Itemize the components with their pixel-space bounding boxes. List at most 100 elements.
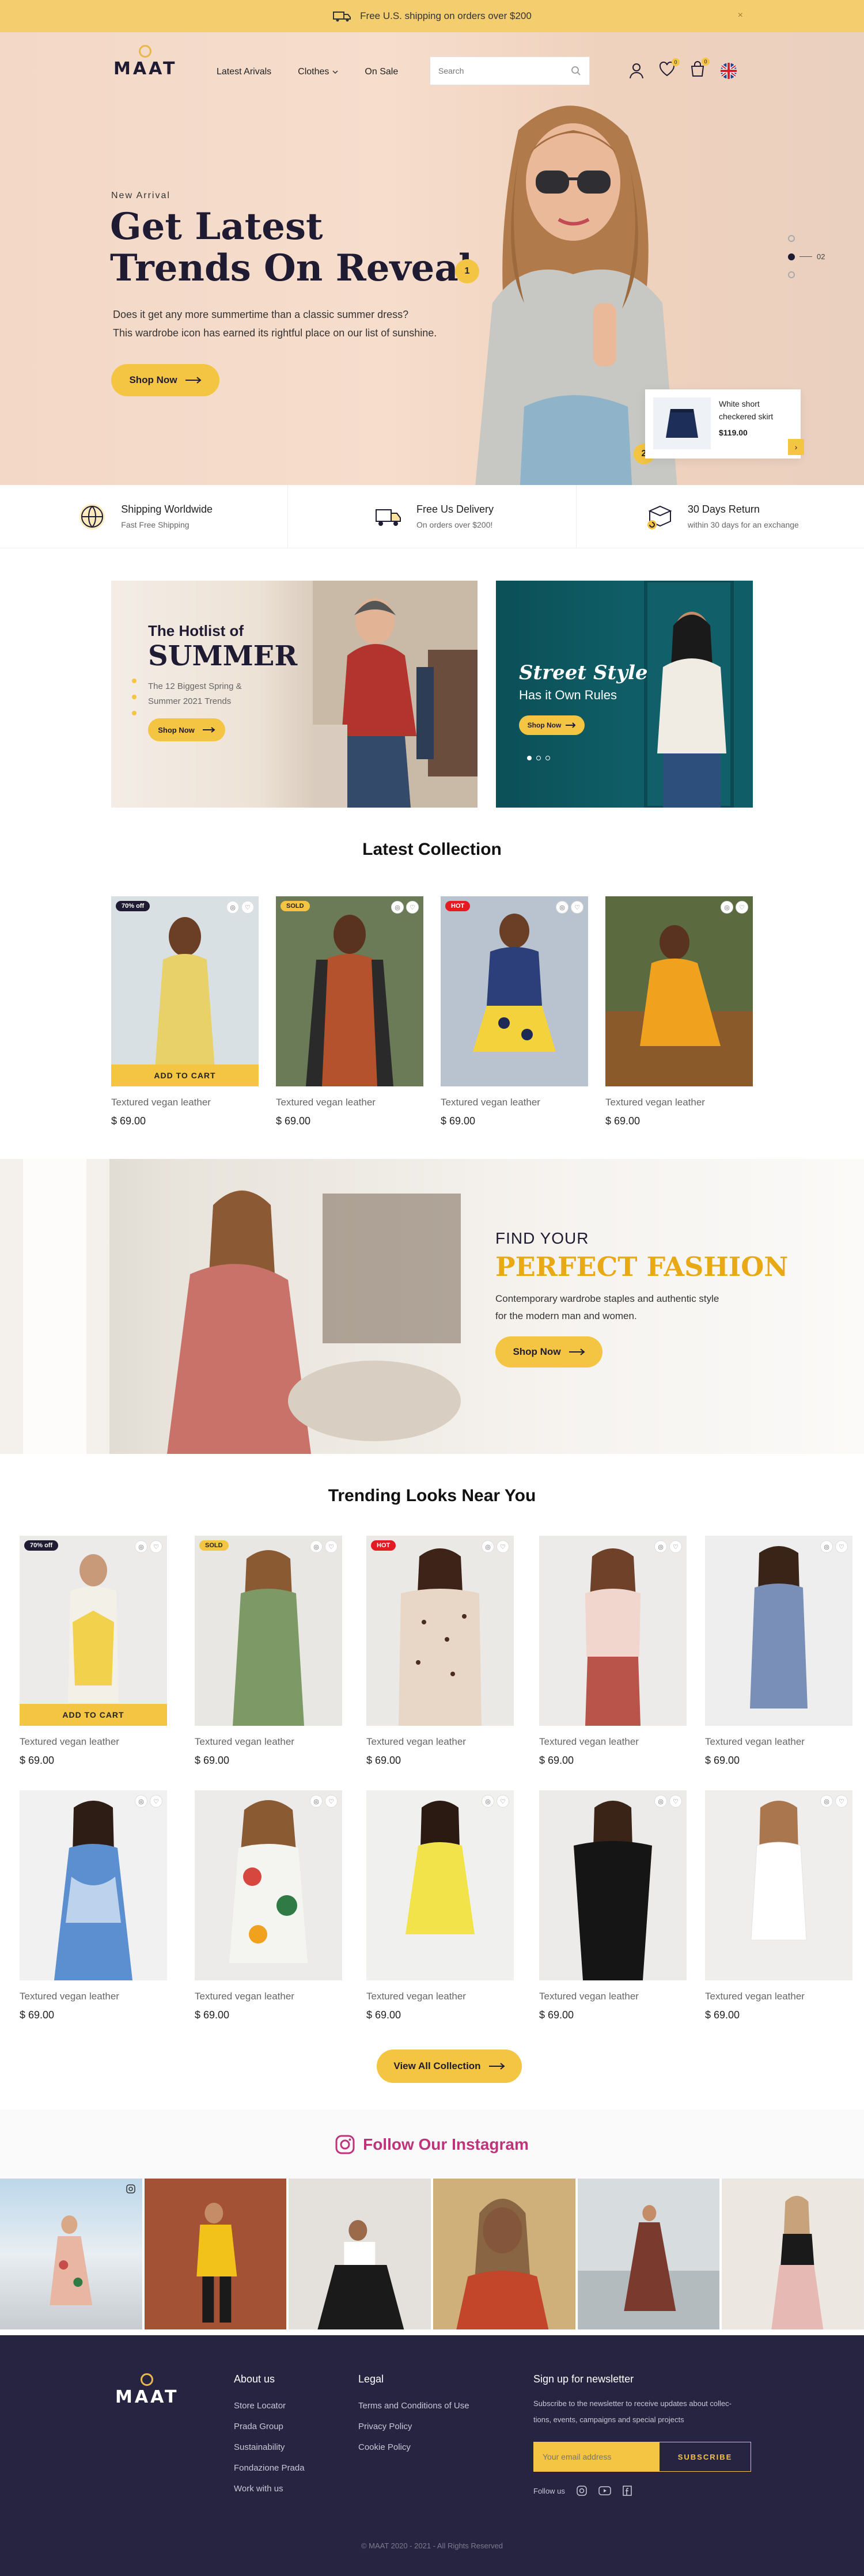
- product-name[interactable]: Textured vegan leather: [366, 1991, 514, 2002]
- product-image[interactable]: SOLD ◎ ♡: [195, 1536, 342, 1726]
- product-name[interactable]: Textured vegan leather: [539, 1736, 687, 1748]
- banner1-shop-now-button[interactable]: Shop Now: [148, 718, 225, 741]
- product-image[interactable]: HOT ◎ ♡: [366, 1536, 514, 1726]
- youtube-icon[interactable]: [598, 2486, 611, 2495]
- carousel-dot[interactable]: [536, 756, 541, 760]
- footer-link[interactable]: Store Locator: [234, 2396, 305, 2416]
- nav-on-sale[interactable]: On Sale: [365, 67, 398, 77]
- product-image[interactable]: SOLD ◎ ♡: [276, 896, 423, 1086]
- product-name[interactable]: Textured vegan leather: [605, 1097, 753, 1108]
- product-card[interactable]: HOT ◎ ♡ Textured vegan leather $ 69.00: [441, 896, 588, 1127]
- product-card[interactable]: 70% off ◎ ♡ ADD TO CART Textured vegan l…: [111, 896, 259, 1127]
- slide-dot-3[interactable]: [788, 271, 795, 278]
- fashion-shop-now-button[interactable]: Shop Now: [495, 1336, 602, 1367]
- product-image[interactable]: ◎ ♡: [195, 1790, 342, 1980]
- product-name[interactable]: Textured vegan leather: [20, 1736, 167, 1748]
- wishlist-heart-icon[interactable]: ♡: [497, 1795, 509, 1808]
- wishlist[interactable]: 0: [659, 58, 680, 79]
- quick-view-icon[interactable]: ◎: [820, 1540, 833, 1553]
- product-name[interactable]: Textured vegan leather: [366, 1736, 514, 1748]
- hotspot-1[interactable]: 1: [455, 259, 479, 283]
- quick-view-icon[interactable]: ◎: [135, 1540, 147, 1553]
- product-image[interactable]: ◎ ♡: [366, 1790, 514, 1980]
- chevron-right-icon[interactable]: ›: [788, 439, 804, 455]
- instagram-tile[interactable]: [722, 2179, 864, 2329]
- hero-shop-now-button[interactable]: Shop Now: [111, 364, 219, 396]
- view-all-collection-button[interactable]: View All Collection: [377, 2050, 522, 2083]
- wishlist-heart-icon[interactable]: ♡: [325, 1540, 338, 1553]
- product-card[interactable]: ◎ ♡ Textured vegan leather $ 69.00: [705, 1536, 852, 1767]
- instagram-icon[interactable]: [577, 2486, 587, 2496]
- footer-logo[interactable]: MAAT: [115, 2373, 179, 2407]
- street-style-banner[interactable]: Street Style Has it Own Rules Shop Now: [496, 581, 753, 808]
- product-card[interactable]: SOLD ◎ ♡ Textured vegan leather $ 69.00: [195, 1536, 342, 1767]
- quick-view-icon[interactable]: ◎: [721, 901, 733, 914]
- add-to-cart-button[interactable]: ADD TO CART: [20, 1704, 167, 1726]
- cart[interactable]: 0: [690, 58, 710, 80]
- product-name[interactable]: Textured vegan leather: [195, 1991, 342, 2002]
- carousel-dot[interactable]: [545, 756, 550, 760]
- product-card[interactable]: SOLD ◎ ♡ Textured vegan leather $ 69.00: [276, 896, 423, 1127]
- product-card[interactable]: ◎ ♡ Textured vegan leather $ 69.00: [605, 896, 753, 1127]
- product-name[interactable]: Textured vegan leather: [20, 1991, 167, 2002]
- product-name[interactable]: Textured vegan leather: [705, 1991, 852, 2002]
- quick-view-icon[interactable]: ◎: [654, 1795, 667, 1808]
- footer-link[interactable]: Cookie Policy: [358, 2437, 469, 2458]
- wishlist-heart-icon[interactable]: ♡: [406, 901, 419, 914]
- footer-link[interactable]: Terms and Conditions of Use: [358, 2396, 469, 2416]
- product-image[interactable]: ◎ ♡: [705, 1536, 852, 1726]
- wishlist-heart-icon[interactable]: ♡: [325, 1795, 338, 1808]
- footer-link[interactable]: Privacy Policy: [358, 2416, 469, 2437]
- product-image[interactable]: 70% off ◎ ♡ ADD TO CART: [20, 1536, 167, 1726]
- product-name[interactable]: Textured vegan leather: [539, 1991, 687, 2002]
- product-image[interactable]: ◎ ♡: [539, 1536, 687, 1726]
- nav-clothes[interactable]: Clothes: [298, 67, 338, 77]
- instagram-tile[interactable]: [144, 2179, 287, 2329]
- footer-link[interactable]: Work with us: [234, 2479, 305, 2499]
- quick-view-icon[interactable]: ◎: [482, 1540, 494, 1553]
- product-card[interactable]: ◎ ♡ Textured vegan leather $ 69.00: [539, 1790, 687, 2021]
- product-image[interactable]: ◎ ♡: [705, 1790, 852, 1980]
- carousel-dot-active[interactable]: [527, 756, 532, 760]
- wishlist-heart-icon[interactable]: ♡: [571, 901, 583, 914]
- footer-link[interactable]: Fondazione Prada: [234, 2458, 305, 2479]
- hero-product-card[interactable]: White short checkered skirt $119.00 ›: [645, 389, 804, 459]
- search-icon[interactable]: [571, 66, 581, 76]
- product-name[interactable]: Textured vegan leather: [195, 1736, 342, 1748]
- quick-view-icon[interactable]: ◎: [135, 1795, 147, 1808]
- facebook-icon[interactable]: [623, 2486, 632, 2496]
- wishlist-heart-icon[interactable]: ♡: [241, 901, 254, 914]
- slide-dot-2[interactable]: 02: [788, 252, 825, 261]
- product-card[interactable]: ◎ ♡ Textured vegan leather $ 69.00: [539, 1536, 687, 1767]
- product-image[interactable]: ◎ ♡: [605, 896, 753, 1086]
- instagram-tile[interactable]: [289, 2179, 431, 2329]
- user-icon[interactable]: [629, 63, 644, 79]
- nav-latest-arrivals[interactable]: Latest Arivals: [217, 67, 271, 77]
- email-field[interactable]: [533, 2442, 659, 2472]
- product-card[interactable]: ◎ ♡ Textured vegan leather $ 69.00: [705, 1790, 852, 2021]
- product-image[interactable]: ◎ ♡: [539, 1790, 687, 1980]
- quick-view-icon[interactable]: ◎: [556, 901, 569, 914]
- quick-view-icon[interactable]: ◎: [391, 901, 404, 914]
- close-icon[interactable]: ×: [738, 10, 743, 21]
- product-name[interactable]: Textured vegan leather: [111, 1097, 259, 1108]
- quick-view-icon[interactable]: ◎: [654, 1540, 667, 1553]
- instagram-tile[interactable]: [0, 2179, 142, 2329]
- instagram-tile[interactable]: [577, 2179, 720, 2329]
- logo[interactable]: MAAT: [113, 45, 177, 79]
- wishlist-heart-icon[interactable]: ♡: [497, 1540, 509, 1553]
- instagram-tile[interactable]: [433, 2179, 575, 2329]
- banner2-shop-now-button[interactable]: Shop Now: [519, 715, 585, 735]
- slide-dot-1[interactable]: [788, 235, 795, 242]
- product-image[interactable]: 70% off ◎ ♡ ADD TO CART: [111, 896, 259, 1086]
- uk-flag-icon[interactable]: [720, 62, 737, 79]
- footer-link[interactable]: Sustainability: [234, 2437, 305, 2458]
- product-name[interactable]: Textured vegan leather: [276, 1097, 423, 1108]
- subscribe-button[interactable]: SUBSCRIBE: [659, 2442, 751, 2472]
- quick-view-icon[interactable]: ◎: [482, 1795, 494, 1808]
- wishlist-heart-icon[interactable]: ♡: [835, 1540, 848, 1553]
- product-card[interactable]: ◎ ♡ Textured vegan leather $ 69.00: [366, 1790, 514, 2021]
- quick-view-icon[interactable]: ◎: [226, 901, 239, 914]
- search-input[interactable]: [438, 66, 554, 75]
- product-card[interactable]: ◎ ♡ Textured vegan leather $ 69.00: [195, 1790, 342, 2021]
